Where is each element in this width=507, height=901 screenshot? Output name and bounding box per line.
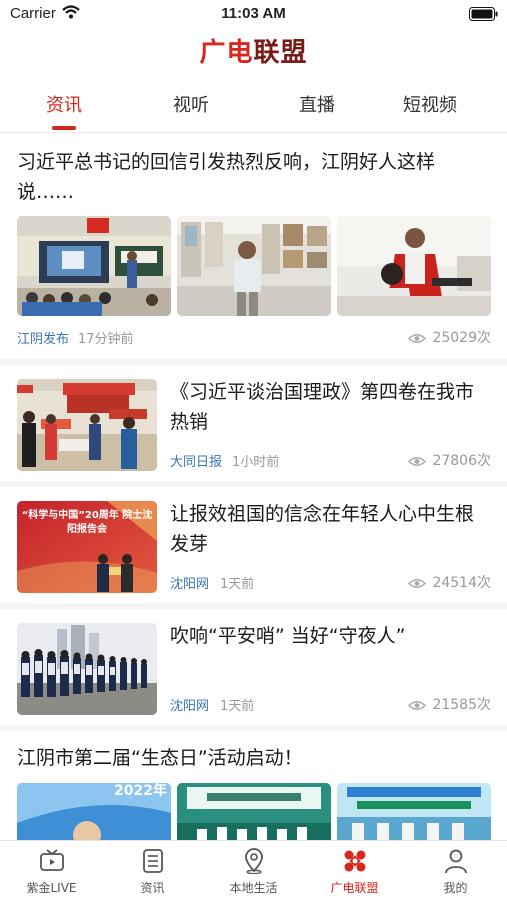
nav-label: 紫金LIVE	[26, 881, 77, 895]
article-thumbnail	[17, 623, 157, 715]
article-thumbnail	[17, 379, 157, 471]
status-time: 11:03 AM	[221, 5, 286, 22]
eye-icon	[408, 333, 427, 343]
view-count: 21585次	[432, 697, 491, 713]
news-feed[interactable]: 习近平总书记的回信引发热烈反响，江阴好人这样说…… 江阴发布 17分钟前 250…	[0, 133, 507, 883]
article-image	[17, 216, 171, 316]
thumbnail-year: 2022年	[114, 783, 167, 799]
article-views: 25029次	[408, 327, 491, 347]
article-views: 27806次	[408, 450, 491, 470]
article-source[interactable]: 沈阳网	[170, 573, 209, 592]
nav-local-life[interactable]: 本地生活	[203, 847, 304, 901]
eye-icon	[408, 700, 427, 710]
tab-audiovisual[interactable]: 视听	[146, 80, 236, 132]
article-views: 24514次	[408, 572, 491, 592]
article-card[interactable]: 吹响“平安哨” 当好“守夜人” 沈阳网 1天前 21585次	[0, 609, 507, 731]
nav-profile[interactable]: 我的	[405, 847, 506, 901]
nav-news[interactable]: 资讯	[102, 847, 203, 901]
view-count: 27806次	[432, 453, 491, 469]
article-source[interactable]: 沈阳网	[170, 695, 209, 714]
eye-icon	[408, 578, 427, 588]
tab-live[interactable]: 直播	[272, 80, 362, 132]
article-title: 江阴市第二届“生态日”活动启动！	[17, 747, 303, 769]
nav-label: 我的	[443, 881, 468, 895]
profile-icon	[444, 849, 467, 874]
article-time: 1天前	[220, 577, 255, 592]
nav-label: 资讯	[140, 881, 165, 895]
article-title: 让报效祖国的信念在年轻人心中生根发芽	[170, 503, 475, 555]
thumbnail-caption: “科学与中国”20周年 院士沈阳报告会	[21, 510, 153, 535]
location-icon	[244, 848, 263, 874]
article-time: 1天前	[220, 699, 255, 714]
view-count: 24514次	[432, 575, 491, 591]
article-title: 吹响“平安哨” 当好“守夜人”	[170, 625, 406, 647]
article-image-strip	[17, 216, 491, 316]
news-icon	[142, 849, 163, 873]
article-thumbnail: “科学与中国”20周年 院士沈阳报告会	[17, 501, 157, 593]
bottom-nav: 紫金LIVE 资讯 本地生活 广电联盟 我的	[0, 840, 507, 901]
brand-logo: 广电联盟	[199, 38, 308, 68]
article-source[interactable]: 江阴发布	[17, 328, 69, 347]
nav-label: 本地生活	[229, 881, 278, 895]
category-tabs: 资讯 视听 直播 短视频	[0, 80, 507, 133]
article-image	[337, 216, 491, 316]
nav-alliance[interactable]: 广电联盟	[304, 847, 405, 901]
eye-icon	[408, 456, 427, 466]
alliance-icon	[344, 850, 365, 872]
nav-label: 广电联盟	[330, 881, 379, 895]
tab-short-video[interactable]: 短视频	[385, 80, 475, 132]
nav-zijin-live[interactable]: 紫金LIVE	[1, 847, 102, 901]
article-time: 17分钟前	[78, 332, 134, 347]
article-card[interactable]: “科学与中国”20周年 院士沈阳报告会 让报效祖国的信念在年轻人心中生根发芽 沈…	[0, 487, 507, 609]
article-title: 习近平总书记的回信引发热烈反响，江阴好人这样说……	[17, 151, 436, 203]
status-bar: Carrier 11:03 AM	[0, 0, 507, 28]
battery-icon	[469, 7, 498, 21]
article-image	[177, 216, 331, 316]
article-views: 21585次	[408, 694, 491, 714]
article-card[interactable]: 习近平总书记的回信引发热烈反响，江阴好人这样说…… 江阴发布 17分钟前 250…	[0, 133, 507, 365]
view-count: 25029次	[432, 330, 491, 346]
tab-news[interactable]: 资讯	[19, 80, 109, 132]
active-tab-indicator	[52, 126, 76, 130]
tv-icon	[39, 849, 64, 871]
app-header: 广电联盟	[0, 28, 507, 78]
article-time: 1小时前	[232, 455, 280, 470]
article-card[interactable]: 《习近平谈治国理政》第四卷在我市热销 大同日报 1小时前 27806次	[0, 365, 507, 487]
article-source[interactable]: 大同日报	[170, 451, 222, 470]
article-title: 《习近平谈治国理政》第四卷在我市热销	[170, 381, 475, 433]
